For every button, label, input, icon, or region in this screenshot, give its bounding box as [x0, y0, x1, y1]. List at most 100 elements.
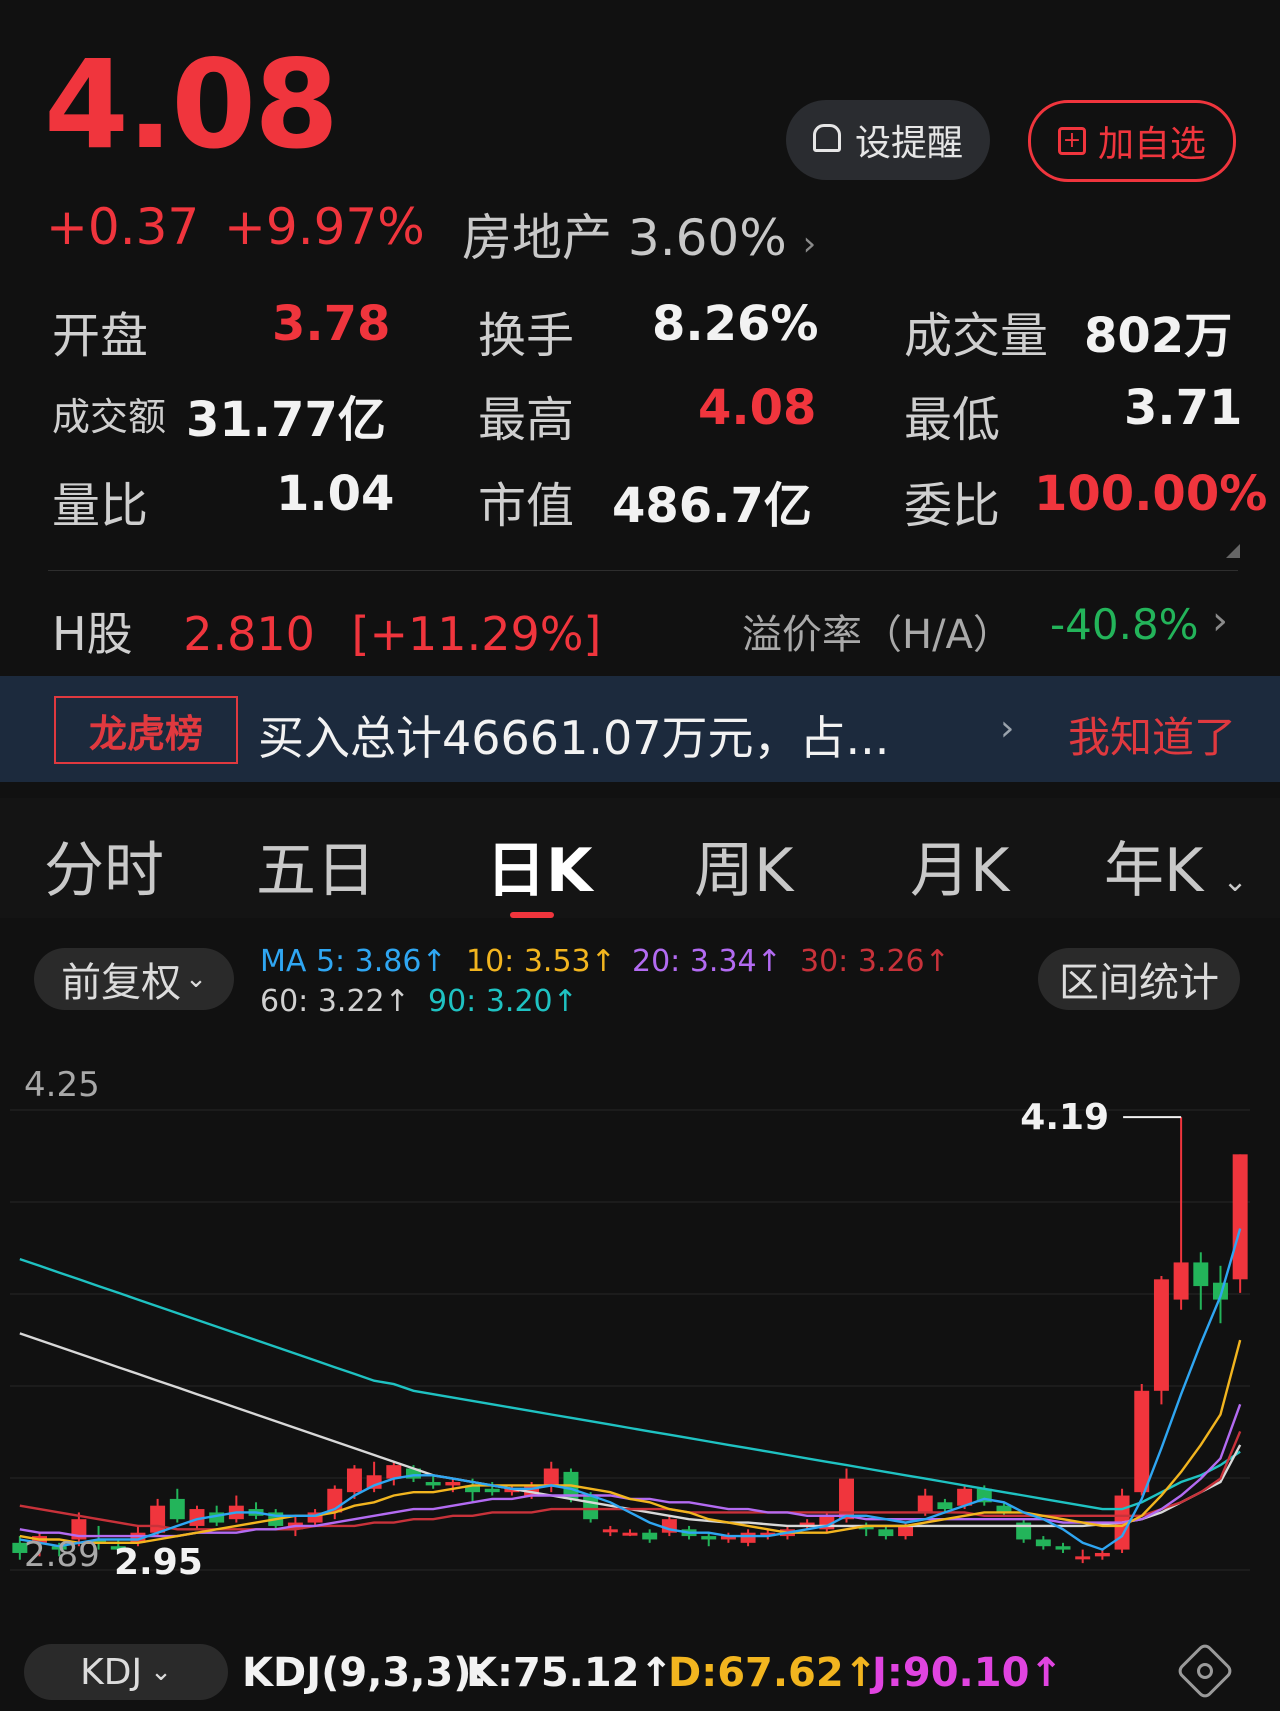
plus-square-icon: + [1057, 127, 1086, 155]
y-axis-top-label: 4.25 [24, 1065, 100, 1105]
ma90-line [19, 1257, 1241, 1511]
high-label: 最高 [478, 392, 575, 448]
indicator-label: KDJ [80, 1651, 143, 1693]
ma60-legend: 60: 3.22↑ [260, 984, 410, 1019]
candle-body [898, 1525, 914, 1537]
divider [48, 570, 1238, 571]
tab-yearly-k[interactable]: 年K ⌄ [1104, 822, 1248, 909]
candle-body [346, 1468, 362, 1493]
candle-body [1075, 1556, 1091, 1560]
candle-body [937, 1502, 953, 1510]
amount-label: 成交额 [52, 395, 167, 439]
dismiss-banner-button[interactable]: 我知道了 [1068, 704, 1236, 765]
ma90-legend: 90: 3.20↑ [428, 984, 578, 1019]
adjust-dropdown[interactable]: 前复权 ⌄ [34, 948, 234, 1010]
tab-daily-k[interactable]: 日K [486, 822, 593, 909]
add-watchlist-button[interactable]: + 加自选 [1028, 100, 1236, 182]
ma5-legend: MA 5: 3.86↑ [260, 944, 447, 979]
candle-body [543, 1468, 559, 1486]
candle-body [1232, 1154, 1248, 1280]
volume-ratio-value: 1.04 [276, 466, 395, 522]
candle-body [701, 1536, 717, 1540]
tab-monthly-k[interactable]: 月K [910, 822, 1009, 909]
period-tabs [0, 798, 1280, 918]
kdj-params: KDJ(9,3,3): [242, 1650, 488, 1696]
h-share-label: H股 [52, 607, 133, 661]
banner-badge: 龙虎榜 [54, 696, 238, 764]
low-label: 最低 [904, 392, 1001, 448]
h-share-pct: [+11.29%] [351, 607, 602, 661]
bid-ratio-value: 100.00% [1034, 466, 1268, 522]
kdj-k: K:75.12↑ [466, 1650, 674, 1696]
premium-value: -40.8% [1050, 600, 1199, 649]
last-price: 4.08 [44, 34, 339, 176]
candle-body [642, 1532, 658, 1540]
volume-value: 802万 [1084, 308, 1233, 364]
amount-value: 31.77亿 [186, 392, 386, 448]
bid-ratio-label: 委比 [904, 478, 1001, 534]
premium-label: 溢价率（H/A） [742, 612, 1013, 658]
high-value: 4.08 [698, 380, 817, 436]
adjust-label: 前复权 [61, 960, 182, 1006]
candle-body [169, 1498, 185, 1520]
open-label: 开盘 [52, 308, 149, 364]
sector-pct: 3.60% [627, 209, 787, 267]
open-value: 3.78 [272, 296, 391, 352]
ma10-legend: 10: 3.53↑ [466, 944, 616, 979]
tab-five-day[interactable]: 五日 [256, 822, 376, 909]
ma30-legend: 30: 3.26↑ [800, 944, 950, 979]
ma60-line [19, 1332, 1242, 1528]
h-share-row[interactable]: H股 2.810 [+11.29%] [52, 598, 601, 664]
set-alert-button[interactable]: 设提醒 [786, 100, 990, 180]
turnover-value: 8.26% [652, 296, 819, 352]
candle-body [1193, 1262, 1209, 1287]
candlestick-chart[interactable]: 4.19 4.25 2.89 2.95 [0, 1040, 1280, 1620]
candle-body [1055, 1546, 1071, 1550]
chevron-down-icon: ⌄ [150, 1657, 172, 1687]
candle-body [1173, 1262, 1189, 1300]
kdj-j: J:90.10↑ [872, 1650, 1063, 1696]
candle-body [1094, 1552, 1110, 1557]
candle-body [917, 1495, 933, 1513]
tab-intraday[interactable]: 分时 [44, 822, 164, 909]
active-tab-indicator [510, 912, 554, 918]
max-price-label: 4.19 [1020, 1097, 1109, 1138]
h-share-price: 2.810 [183, 607, 315, 661]
chevron-right-icon[interactable]: › [1212, 598, 1228, 644]
sector-name: 房地产 [462, 209, 612, 267]
price-change: +0.37 [46, 198, 200, 256]
candle-body [622, 1532, 638, 1536]
candle-body [445, 1482, 461, 1486]
expand-corner-icon[interactable] [1226, 544, 1240, 558]
bell-icon [812, 124, 841, 152]
candle-body [150, 1505, 166, 1533]
market-cap-label: 市值 [478, 478, 575, 534]
turnover-label: 换手 [478, 308, 575, 364]
chevron-down-icon: ⌄ [185, 964, 207, 994]
candle-body [583, 1495, 599, 1520]
indicator-dropdown[interactable]: KDJ ⌄ [24, 1644, 228, 1700]
candle-body [740, 1532, 756, 1543]
tab-weekly-k[interactable]: 周K [694, 822, 793, 909]
market-cap-value: 486.7亿 [612, 478, 812, 534]
min-price-label: 2.95 [114, 1542, 203, 1583]
range-stats-button[interactable]: 区间统计 [1038, 948, 1240, 1010]
chevron-down-icon: ⌄ [1222, 864, 1248, 899]
volume-ratio-label: 量比 [52, 478, 149, 534]
candle-body [1153, 1279, 1169, 1391]
add-watchlist-label: 加自选 [1097, 124, 1206, 165]
chevron-right-icon: › [802, 224, 817, 264]
candle-body [602, 1529, 618, 1533]
candle-body [1134, 1390, 1150, 1493]
chevron-right-icon[interactable]: › [1000, 708, 1014, 749]
banner-text[interactable]: 买入总计46661.07万元，占... [258, 702, 889, 768]
price-change-pct: +9.97% [224, 198, 425, 256]
sector-link[interactable]: 房地产 3.60% › [462, 198, 816, 270]
candle-body [1035, 1539, 1051, 1547]
set-alert-label: 设提醒 [854, 123, 963, 164]
tab-yearly-k-label: 年K [1104, 836, 1204, 906]
volume-label: 成交量 [904, 308, 1049, 364]
low-value: 3.71 [1124, 380, 1243, 436]
candle-body [425, 1482, 441, 1486]
candle-body [878, 1529, 894, 1537]
